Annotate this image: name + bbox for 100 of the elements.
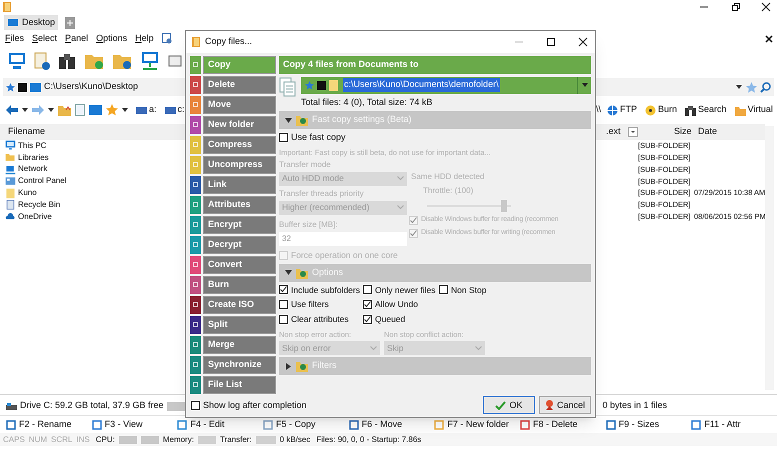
back-arrow-icon[interactable] — [6, 105, 18, 115]
operation-button[interactable]: Attributes — [203, 196, 276, 214]
column-header[interactable]: .ext — [606, 125, 624, 139]
function-key-button[interactable]: F4 - Edit — [177, 418, 263, 432]
dialog-button[interactable]: OK — [483, 396, 535, 414]
file-name[interactable]: OneDrive — [18, 212, 52, 221]
binoculars-icon[interactable] — [58, 52, 76, 70]
operation-button[interactable]: New folder — [203, 116, 276, 134]
star-icon[interactable] — [746, 82, 757, 92]
function-key-button[interactable]: F11 - Attr — [691, 418, 777, 432]
view-icon — [92, 420, 102, 430]
network-computer-icon[interactable] — [140, 51, 160, 71]
file-name[interactable]: This PC — [18, 142, 46, 150]
checkbox[interactable]: Only newer files — [363, 284, 439, 296]
checkbox[interactable]: Non Stop — [439, 284, 519, 296]
drive-button[interactable]: a: — [136, 103, 157, 117]
checkbox[interactable]: Include subfolders — [279, 284, 363, 296]
checkbox[interactable]: Show log after completion — [191, 398, 307, 412]
disc-icon — [645, 104, 656, 116]
operation-button[interactable]: Move — [203, 96, 276, 114]
function-key-button[interactable]: F6 - Move — [348, 418, 434, 432]
operation-button[interactable]: Encrypt — [203, 216, 276, 234]
folder-up-icon[interactable] — [58, 104, 71, 116]
selection-info: 0 bytes in 1 files — [602, 399, 667, 412]
cpu-meter — [118, 436, 137, 444]
status-label: Transfer: — [220, 434, 252, 446]
column-header[interactable]: Size — [674, 125, 694, 139]
dropdown-icon[interactable] — [580, 81, 588, 90]
function-key-button[interactable]: F9 - Sizes — [606, 418, 692, 432]
network-path-link[interactable]: \\ — [596, 103, 602, 117]
checkbox[interactable]: Use filters — [279, 298, 363, 312]
computer-icon[interactable] — [8, 52, 26, 70]
file-name[interactable]: Network — [18, 165, 48, 174]
menu-item[interactable]: Select — [32, 32, 58, 46]
operation-button[interactable]: Merge — [203, 336, 276, 354]
monitor-icon — [7, 18, 19, 28]
toolbar-link[interactable]: FTP — [607, 103, 638, 117]
star-icon[interactable] — [106, 104, 118, 116]
operation-button[interactable]: Decrypt — [203, 236, 276, 254]
column-header[interactable]: Date — [698, 125, 718, 139]
menu-item[interactable]: Options — [96, 32, 128, 46]
checkbox[interactable]: Clear attributes — [279, 313, 363, 326]
tab[interactable]: Desktop — [4, 15, 58, 30]
function-key-button[interactable]: F7 - New folder — [434, 418, 520, 432]
function-key-button[interactable]: F3 - View — [92, 418, 178, 432]
destination-combo[interactable]: c:\Users\Kuno\Documents\demofolder\ — [301, 76, 591, 94]
throttle-slider[interactable] — [427, 200, 511, 212]
file-name[interactable]: Libraries — [18, 154, 49, 162]
function-key-button[interactable]: F8 - Delete — [520, 418, 606, 432]
clipboard-info-icon[interactable] — [34, 51, 50, 71]
operation-button[interactable]: Convert — [203, 256, 276, 274]
collapse-caret-icon — [285, 269, 292, 276]
close-icon[interactable] — [578, 36, 588, 47]
menu-item[interactable]: Files — [5, 32, 24, 46]
toolbar-link[interactable]: Search — [685, 103, 727, 117]
folder-globe-icon[interactable] — [112, 52, 132, 70]
dropdown-icon — [397, 205, 404, 210]
dialog-button[interactable]: Cancel — [539, 396, 591, 414]
operation-button[interactable]: Burn — [203, 276, 276, 294]
rename-icon — [6, 420, 16, 430]
operation-button[interactable]: Split — [203, 316, 276, 334]
search-icon[interactable] — [760, 82, 771, 92]
toolbar-link[interactable]: Virtual — [734, 103, 773, 117]
add-tab-icon[interactable] — [65, 16, 76, 28]
operation-button[interactable]: File List — [203, 376, 276, 394]
file-name[interactable]: Kuno — [18, 189, 37, 198]
maximize-icon[interactable] — [546, 36, 556, 47]
console-icon — [317, 80, 326, 90]
dropdown-icon[interactable] — [22, 107, 28, 113]
memory-meter — [198, 436, 216, 444]
file-name[interactable]: Recycle Bin — [18, 200, 60, 209]
close-icon[interactable] — [765, 34, 773, 42]
operation-button[interactable]: Uncompress — [203, 156, 276, 174]
menu-item[interactable]: Panel — [65, 32, 88, 46]
dropdown-icon[interactable] — [628, 127, 638, 137]
function-key-button[interactable]: F5 - Copy — [262, 418, 349, 432]
toolbar-link[interactable]: Burn — [645, 103, 678, 117]
copy-icon — [262, 420, 273, 430]
menu-item[interactable]: Help — [135, 32, 154, 46]
operation-button[interactable]: Create ISO — [203, 296, 276, 314]
checkbox[interactable]: Queued — [363, 313, 439, 326]
drive-button[interactable]: c: — [164, 103, 185, 117]
operation-button[interactable]: Compress — [203, 136, 276, 154]
dropdown-icon[interactable] — [48, 107, 54, 113]
move-icon — [348, 420, 359, 430]
operation-button[interactable]: Synchronize — [203, 356, 276, 374]
folder-icon — [5, 152, 16, 164]
operation-button[interactable]: Link — [203, 176, 276, 194]
checkbox[interactable]: Allow Undo — [363, 298, 439, 312]
close-icon[interactable] — [761, 2, 771, 12]
restore-icon[interactable] — [731, 2, 741, 12]
folder-sync-icon[interactable] — [84, 52, 104, 70]
function-key-button[interactable]: F2 - Rename — [6, 418, 92, 432]
operation-button[interactable]: Delete — [203, 76, 276, 94]
address-path[interactable]: C:\Users\Kuno\Desktop — [44, 80, 138, 94]
file-name[interactable]: Control Panel — [18, 177, 66, 186]
dropdown-icon[interactable] — [735, 83, 743, 91]
dropdown-icon[interactable] — [122, 107, 128, 113]
drive-icon — [164, 105, 176, 115]
settings-icon[interactable] — [162, 33, 172, 44]
